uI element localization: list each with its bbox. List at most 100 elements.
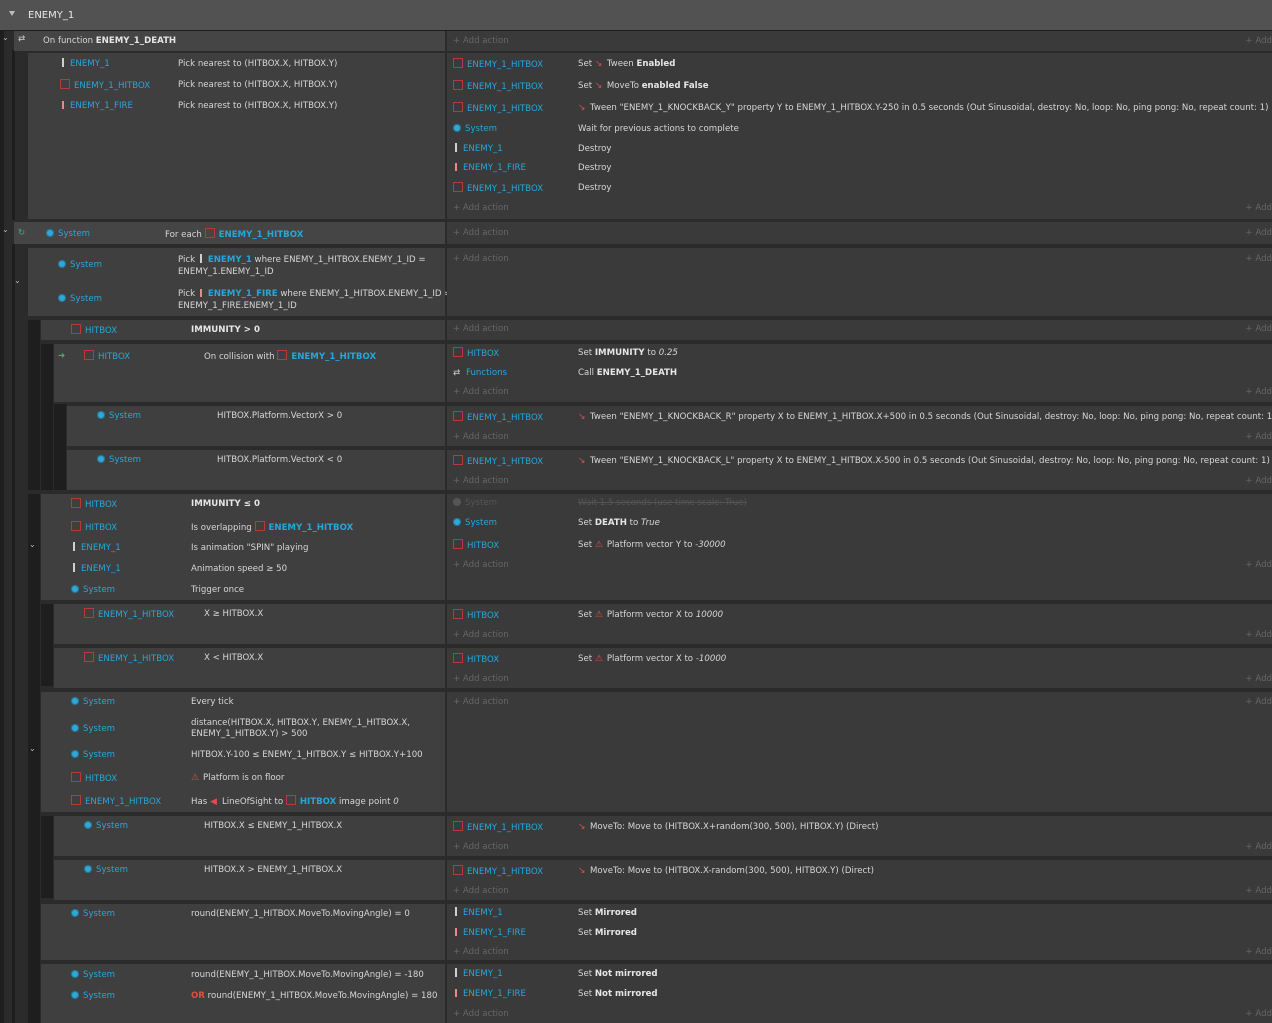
- immunity-event[interactable]: HITBOX IMMUNITY > 0: [41, 320, 445, 340]
- action-area[interactable]: System Wait 1.5 seconds (use time scale:…: [447, 494, 1272, 600]
- condition-row[interactable]: ENEMY_1: [60, 58, 110, 70]
- add-link[interactable]: + Add: [1245, 254, 1272, 264]
- pick-conditions[interactable]: ⌄ System Pick ENEMY_1 where ENEMY_1_HITB…: [14, 248, 451, 316]
- group-header[interactable]: ENEMY_1: [0, 0, 1272, 31]
- loop-icon: ↻: [18, 228, 26, 238]
- action-row[interactable]: ENEMY_1: [453, 143, 503, 155]
- action-value: Enabled: [636, 59, 676, 69]
- action-area[interactable]: ENEMY_1_HITBOX Set ↘ Tween Enabled ENEMY_…: [447, 53, 1272, 219]
- every-tick-event[interactable]: ⌄ System Every tick System distance(HITB…: [29, 692, 445, 812]
- add-action-link[interactable]: + Add action: [453, 842, 509, 852]
- action-row[interactable]: ENEMY_1_HITBOX: [453, 182, 543, 195]
- add-action-link[interactable]: + Add action: [453, 560, 509, 570]
- x-ge-event[interactable]: ENEMY_1_HITBOX X ≥ HITBOX.X: [54, 604, 445, 644]
- condition-expr: ENEMY_1.ENEMY_1_ID: [178, 267, 274, 277]
- action-area[interactable]: ENEMY_1 Set Mirrored ENEMY_1_FIRE Set Mi…: [447, 904, 1272, 960]
- action-area[interactable]: HITBOX Set ⚠ Platform vector X to 10000 +…: [447, 604, 1272, 644]
- action-area[interactable]: + Add action + Add: [447, 692, 1272, 812]
- collapse-icon[interactable]: ⌄: [2, 33, 9, 42]
- collapse-icon[interactable]: ⌄: [14, 276, 21, 285]
- add-link[interactable]: + Add: [1245, 697, 1272, 707]
- add-link[interactable]: + Add: [1245, 228, 1272, 238]
- moveto-right-event[interactable]: System HITBOX.X ≤ ENEMY_1_HITBOX.X: [54, 816, 445, 856]
- condition-row[interactable]: ENEMY_1_FIRE: [60, 100, 133, 112]
- action-area[interactable]: + Add action + Add: [447, 248, 1272, 316]
- action-value: 10000: [695, 610, 724, 620]
- collapse-triangle-icon[interactable]: [9, 11, 15, 16]
- action-area[interactable]: ENEMY_1 Set Not mirrored ENEMY_1_FIRE Se…: [447, 964, 1272, 1023]
- action-text: Set ↘ MoveTo enabled False: [578, 80, 709, 92]
- event-conditions[interactable]: ENEMY_1 Pick nearest to (HITBOX.X, HITBO…: [28, 53, 445, 219]
- condition-text: Pick nearest to (HITBOX.X, HITBOX.Y): [178, 80, 338, 90]
- x-lt-event[interactable]: ENEMY_1_HITBOX X < HITBOX.X: [54, 648, 445, 688]
- hitbox-icon: [453, 865, 463, 875]
- angle-180-event[interactable]: System round(ENEMY_1_HITBOX.MoveTo.Movin…: [41, 964, 445, 1023]
- add-action-link[interactable]: + Add action: [453, 254, 509, 264]
- vectorx-negative-event[interactable]: System HITBOX.Platform.VectorX < 0: [67, 450, 445, 490]
- add-action-link[interactable]: + Add action: [453, 228, 509, 238]
- function-header[interactable]: ⌄ ⇄ On function ENEMY_1_DEATH: [2, 31, 445, 51]
- hitbox-icon: [453, 102, 463, 112]
- add-action-link[interactable]: + Add action: [453, 476, 509, 486]
- add-action-link[interactable]: + Add action: [453, 947, 509, 957]
- add-action-link[interactable]: + Add action: [453, 697, 509, 707]
- action-area[interactable]: + Add action + Add: [447, 31, 1272, 51]
- action-area[interactable]: ENEMY_1_HITBOX ↘ Tween "ENEMY_1_KNOCKBACK…: [447, 406, 1272, 446]
- action-area[interactable]: ENEMY_1_HITBOX ↘ MoveTo: Move to (HITBOX.…: [447, 860, 1272, 900]
- action-value: 0.25: [658, 348, 678, 358]
- object-name: System: [83, 724, 116, 734]
- action-area[interactable]: HITBOX Set ⚠ Platform vector X to -10000 …: [447, 648, 1272, 688]
- system-gear-icon: [453, 518, 461, 526]
- object-name: HITBOX: [85, 326, 118, 336]
- immunity-zero-event[interactable]: ⌄ HITBOX IMMUNITY ≤ 0 HITBOX Is overlapp…: [29, 494, 445, 600]
- hitbox-icon: [453, 347, 463, 357]
- object-name: ENEMY_1: [463, 144, 503, 154]
- add-action-link[interactable]: + Add action: [453, 630, 509, 640]
- add-action-link[interactable]: + Add action: [453, 324, 509, 334]
- add-link[interactable]: + Add: [1245, 432, 1272, 442]
- collapse-icon[interactable]: ⌄: [29, 744, 36, 753]
- add-link[interactable]: + Add: [1245, 947, 1272, 957]
- add-link[interactable]: + Add: [1245, 630, 1272, 640]
- add-link[interactable]: + Add: [1245, 387, 1272, 397]
- add-link[interactable]: + Add: [1245, 886, 1272, 896]
- collapse-icon[interactable]: ⌄: [2, 225, 9, 234]
- add-action-link[interactable]: + Add action: [453, 36, 509, 46]
- add-link[interactable]: + Add: [1245, 36, 1272, 46]
- add-action-link[interactable]: + Add action: [453, 886, 509, 896]
- action-row[interactable]: ENEMY_1_FIRE: [453, 162, 526, 174]
- vectorx-positive-event[interactable]: System HITBOX.Platform.VectorX > 0: [67, 406, 445, 446]
- condition-row[interactable]: ENEMY_1_HITBOX: [60, 79, 150, 92]
- add-action-link[interactable]: + Add action: [453, 387, 509, 397]
- add-link[interactable]: + Add: [1245, 476, 1272, 486]
- system-gear-icon: [71, 697, 79, 705]
- add-link[interactable]: + Add: [1245, 560, 1272, 570]
- add-action-link[interactable]: + Add action: [453, 203, 509, 213]
- action-verb: Set: [578, 540, 593, 550]
- add-link[interactable]: + Add: [1245, 203, 1272, 213]
- add-action-link[interactable]: + Add action: [453, 674, 509, 684]
- action-row[interactable]: ENEMY_1_HITBOX: [453, 58, 543, 71]
- action-row[interactable]: ENEMY_1_HITBOX: [453, 80, 543, 93]
- for-each-event[interactable]: ⌄ ↻ System For each ENEMY_1_HITBOX: [2, 222, 445, 244]
- add-link[interactable]: + Add: [1245, 324, 1272, 334]
- add-action-link[interactable]: + Add action: [453, 1009, 509, 1019]
- action-verb: Set: [578, 654, 593, 664]
- add-link[interactable]: + Add: [1245, 1009, 1272, 1019]
- collapse-icon[interactable]: ⌄: [29, 540, 36, 549]
- angle-zero-event[interactable]: System round(ENEMY_1_HITBOX.MoveTo.Movin…: [41, 904, 445, 960]
- add-link[interactable]: + Add: [1245, 842, 1272, 852]
- collision-event[interactable]: ➜ HITBOX On collision with ENEMY_1_HITBO…: [54, 344, 445, 402]
- action-area[interactable]: ENEMY_1_HITBOX ↘ Tween "ENEMY_1_KNOCKBACK…: [447, 450, 1272, 490]
- action-value: Not mirrored: [594, 969, 658, 979]
- action-area[interactable]: ENEMY_1_HITBOX ↘ MoveTo: Move to (HITBOX.…: [447, 816, 1272, 856]
- action-row[interactable]: ENEMY_1_HITBOX: [453, 102, 543, 115]
- add-action-link[interactable]: + Add action: [453, 432, 509, 442]
- moveto-left-event[interactable]: System HITBOX.X > ENEMY_1_HITBOX.X: [54, 860, 445, 900]
- action-area[interactable]: + Add action + Add: [447, 320, 1272, 340]
- hitbox-icon: [204, 228, 215, 238]
- action-row[interactable]: System: [453, 123, 497, 135]
- action-area[interactable]: + Add action + Add: [447, 222, 1272, 244]
- add-link[interactable]: + Add: [1245, 674, 1272, 684]
- action-area[interactable]: HITBOX Set IMMUNITY to 0.25 ⇄ Functions C…: [447, 344, 1272, 402]
